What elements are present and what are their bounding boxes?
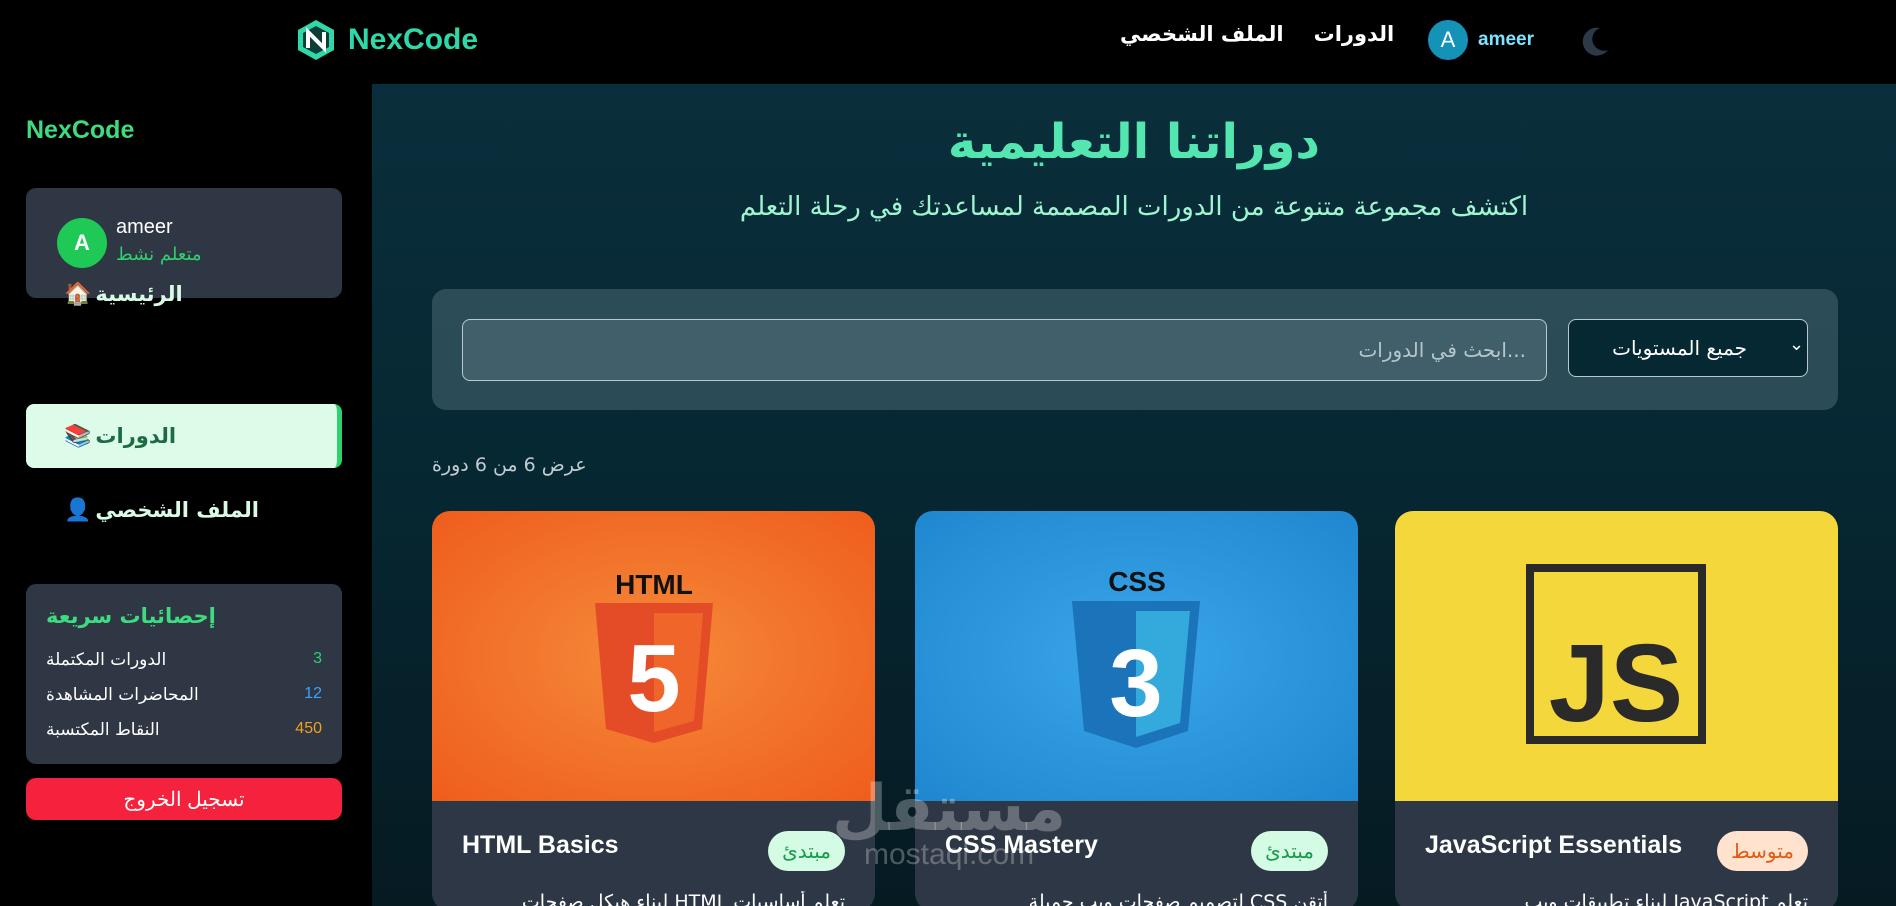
sidebar-item-courses[interactable]: 📚 الدورات [26, 404, 342, 468]
top-user-name: ameer [1478, 29, 1534, 50]
js-logo-text: JS [1549, 622, 1684, 745]
course-body: مبتدئ HTML Basics تعلم أساسيات HTML لبنا… [432, 801, 875, 906]
sidebar-item-profile[interactable]: 👤 الملف الشخصي [26, 478, 342, 542]
mostaql-watermark: مستقل mostaql.com [832, 776, 1066, 872]
sidebar-brand: NexCode [26, 116, 135, 144]
sidebar-item-home[interactable]: 🏠 الرئيسية [26, 262, 342, 326]
avatar: A [57, 218, 107, 268]
page-title: دوراتنا التعليمية [947, 114, 1321, 170]
stat-label: النقاط المكتسبة [46, 720, 160, 740]
course-title: JavaScript Essentials [1425, 831, 1683, 859]
css3-logo-icon: CSS 3 [915, 511, 1358, 801]
stat-label: الدورات المكتملة [46, 650, 167, 670]
watermark-arabic: مستقل [832, 772, 1067, 846]
sidebar-item-label: الرئيسية [95, 282, 183, 306]
level-badge: متوسط [1717, 831, 1808, 871]
top-navbar: NexCode الدورات الملف الشخصي A ameer [0, 0, 1896, 84]
main-content: دوراتنا التعليمية اكتشف مجموعة متنوعة من… [372, 84, 1896, 906]
sidebar-item-label: الدورات [95, 424, 177, 448]
results-count: عرض 6 من 6 دورة [432, 454, 587, 476]
brand-link[interactable]: NexCode [296, 18, 478, 62]
quick-stats-card: إحصائيات سريعة الدورات المكتملة 3 المحاض… [26, 584, 342, 764]
stat-label: المحاضرات المشاهدة [46, 685, 199, 705]
nexcode-logo-icon [298, 20, 334, 60]
user-name: ameer [116, 216, 173, 238]
level-select[interactable]: ⌄ جميع المستويات [1568, 319, 1808, 377]
top-nav-links: الدورات الملف الشخصي [1120, 22, 1394, 46]
html5-logo-icon: HTML 5 [432, 511, 875, 801]
watermark-latin: mostaql.com [864, 838, 1035, 871]
css-logo-text: CSS [1108, 566, 1166, 597]
course-description: تعلم JavaScript لبناء تطبيقات ويب [1524, 891, 1808, 906]
level-select-value: جميع المستويات [1612, 336, 1747, 360]
stat-value: 450 [295, 720, 322, 737]
page-subtitle: اكتشف مجموعة متنوعة من الدورات المصممة ل… [739, 192, 1529, 222]
stat-value: 12 [304, 685, 322, 702]
sidebar-item-label: الملف الشخصي [95, 498, 259, 522]
sidebar: NexCode A ameer متعلم نشط 🏠 الرئيسية 📚 ا… [0, 84, 372, 906]
top-nav-profile[interactable]: الملف الشخصي [1120, 22, 1284, 46]
html-logo-number: 5 [627, 625, 680, 732]
course-description: تعلم أساسيات HTML لبناء هيكل صفحات [521, 891, 845, 906]
course-card-html[interactable]: HTML 5 مبتدئ HTML Basics تعلم أساسيات HT… [432, 511, 875, 906]
home-icon: 🏠 [64, 281, 92, 307]
stat-row: الدورات المكتملة 3 [46, 650, 322, 676]
stat-value: 3 [313, 650, 322, 667]
top-user-menu[interactable]: A ameer [1428, 20, 1534, 60]
logout-button[interactable]: تسجيل الخروج [26, 778, 342, 820]
level-badge: مبتدئ [1251, 831, 1328, 871]
brand-name: NexCode [348, 23, 479, 56]
course-card-javascript[interactable]: JS متوسط JavaScript Essentials تعلم Java… [1395, 511, 1838, 906]
course-title: HTML Basics [462, 831, 619, 859]
avatar: A [1428, 20, 1468, 60]
html-logo-text: HTML [615, 569, 693, 600]
css-logo-number: 3 [1109, 630, 1162, 737]
search-input[interactable] [462, 319, 1547, 381]
chevron-down-icon: ⌄ [1789, 334, 1805, 355]
stats-title: إحصائيات سريعة [46, 604, 216, 628]
stat-row: النقاط المكتسبة 450 [46, 720, 322, 746]
top-nav-courses[interactable]: الدورات [1314, 22, 1395, 46]
course-description: أتقن CSS لتصميم صفحات ويب جميلة [1028, 891, 1328, 906]
filter-bar: ⌄ جميع المستويات [432, 289, 1838, 410]
moon-icon[interactable] [1580, 24, 1612, 58]
javascript-logo-icon: JS [1395, 511, 1838, 801]
user-icon: 👤 [64, 497, 92, 523]
stat-row: المحاضرات المشاهدة 12 [46, 685, 322, 711]
books-icon: 📚 [64, 423, 92, 449]
course-body: متوسط JavaScript Essentials تعلم JavaScr… [1395, 801, 1838, 906]
